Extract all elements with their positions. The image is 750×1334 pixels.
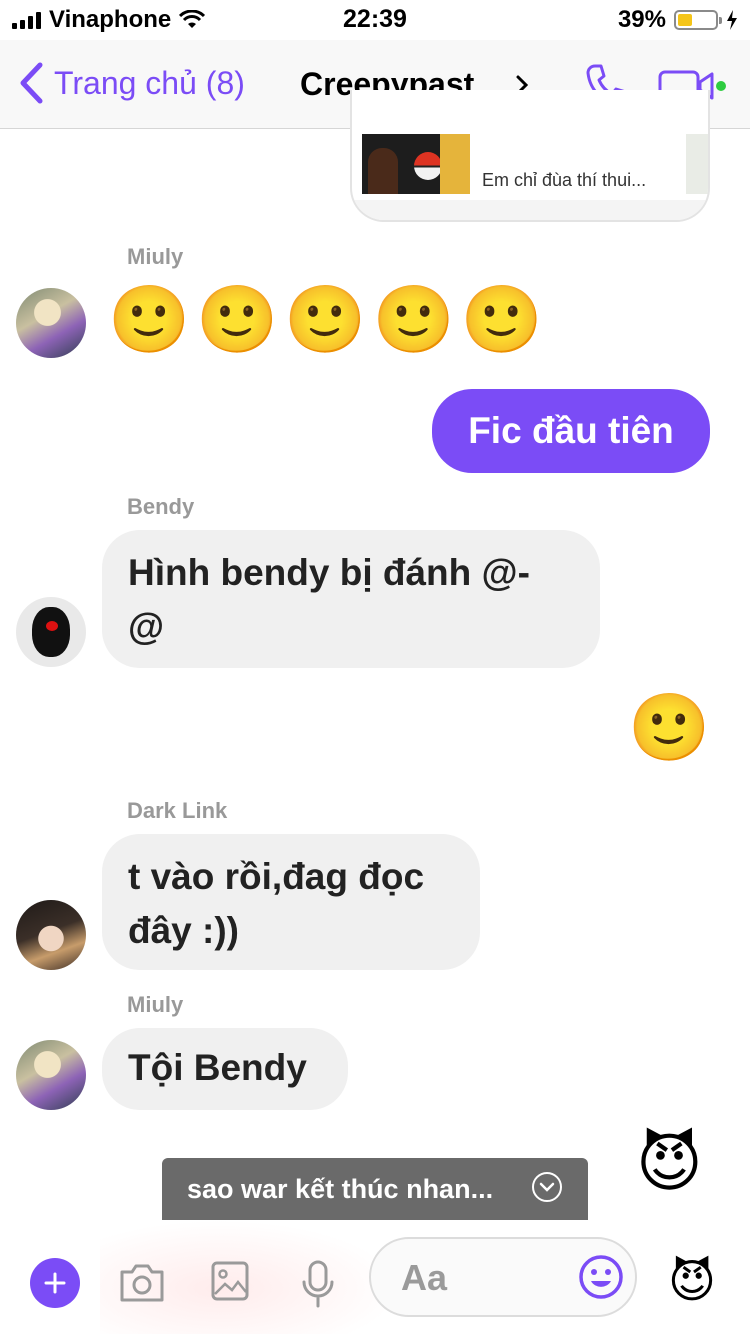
message-line: @ (128, 606, 165, 647)
battery-percent: 39% (617, 6, 666, 33)
toast-text: sao war kết thúc nhan... (187, 1173, 494, 1204)
attachment-side-thumbnail (686, 134, 708, 194)
sender-name: Miuly (127, 992, 184, 1017)
back-label: Trang chủ (8) (54, 64, 245, 101)
plus-icon (44, 1272, 66, 1294)
message-line: Hình bendy bị đánh @- (128, 552, 530, 593)
battery-icon (674, 10, 722, 30)
gallery-icon[interactable] (210, 1260, 250, 1302)
avatar-miuly[interactable] (16, 288, 86, 358)
shared-attachment-card[interactable]: Em chỉ đùa thí thui... (350, 90, 710, 222)
composer-bar: Aa 😈 (0, 1220, 750, 1334)
quick-reaction-button[interactable]: 😈 (668, 1254, 716, 1308)
devil-emoji: 😈 (636, 1127, 703, 1201)
smile-emoji: 🙂 (108, 281, 191, 358)
sender-name: Bendy (127, 494, 195, 519)
charging-icon (727, 10, 737, 30)
status-right: 39% (618, 6, 738, 34)
avatar-miuly[interactable] (16, 1040, 86, 1110)
outgoing-emoji-message[interactable]: 🙂 (628, 690, 710, 766)
message-input[interactable]: Aa (369, 1237, 637, 1317)
sender-name: Dark Link (127, 798, 228, 823)
smile-emoji: 🙂 (460, 281, 543, 358)
smile-emoji: 🙂 (196, 281, 279, 358)
emoji-picker-icon[interactable] (577, 1253, 625, 1301)
incoming-message[interactable]: Tội Bendy (102, 1028, 348, 1110)
outgoing-message[interactable]: Fic đầu tiên (432, 389, 710, 473)
avatar-bendy[interactable] (16, 597, 86, 667)
chevron-left-icon (20, 62, 43, 104)
new-message-toast[interactable]: sao war kết thúc nhan... (162, 1158, 588, 1220)
avatar-dark-link[interactable] (16, 900, 86, 970)
microphone-icon[interactable] (300, 1260, 336, 1308)
incoming-message[interactable]: Hình bendy bị đánh @- @ (102, 530, 600, 668)
smile-emoji: 🙂 (372, 281, 455, 358)
message-line: t vào rồi,đag đọc (128, 856, 425, 897)
status-bar: Vinaphone 22:39 39% (0, 0, 750, 40)
chevron-down-icon (532, 1172, 562, 1202)
camera-icon[interactable] (118, 1260, 166, 1304)
add-button[interactable] (30, 1258, 80, 1308)
back-button[interactable]: Trang chủ (8) (18, 62, 245, 104)
attachment-toolbar (352, 200, 708, 220)
incoming-message[interactable]: t vào rồi,đag đọc đây :)) (102, 834, 480, 970)
emoji-message[interactable]: 🙂 🙂 🙂 🙂 🙂 (108, 282, 543, 358)
message-line: đây :)) (128, 910, 239, 951)
sender-name: Miuly (127, 244, 184, 269)
smile-emoji: 🙂 (284, 281, 367, 358)
message-input-placeholder: Aa (401, 1257, 448, 1298)
attachment-thumbnail (362, 134, 470, 194)
attachment-preview-text: Em chỉ đùa thí thui... (482, 170, 647, 190)
